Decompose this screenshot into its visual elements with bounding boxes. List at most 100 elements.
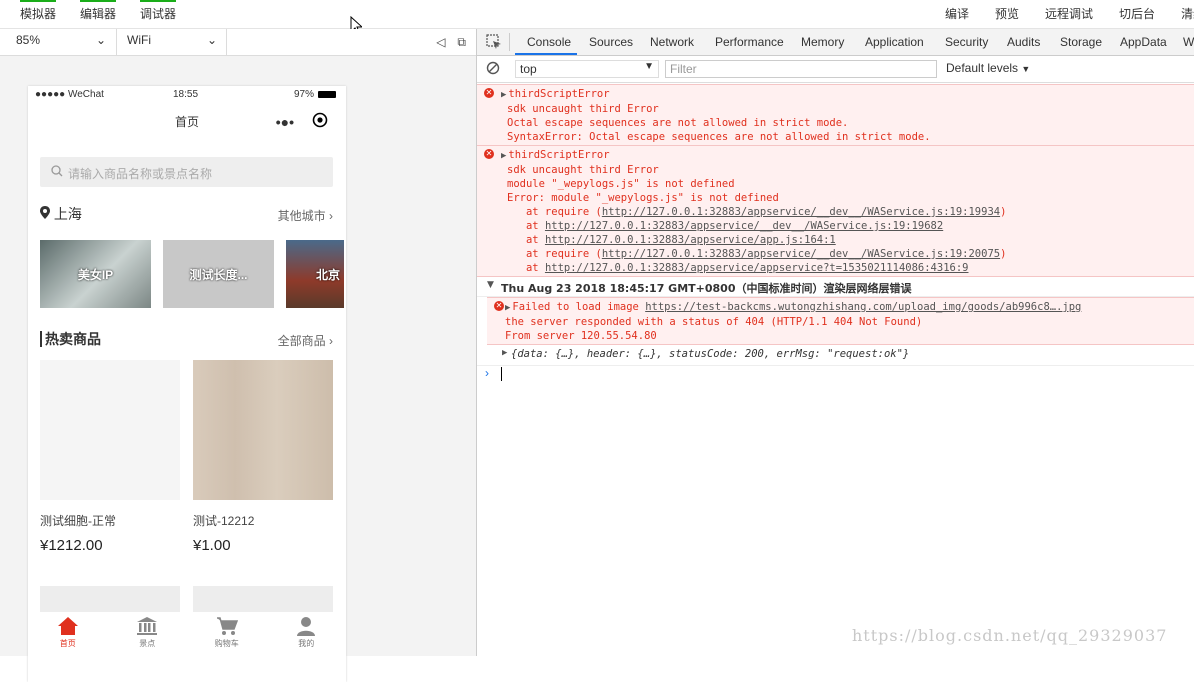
capsule-menu: •●• [276,112,328,131]
tab-label: 景点 [139,639,156,648]
all-goods-link[interactable]: 全部商品 › [278,332,333,349]
nav-bar: 首页 •●• [28,104,346,138]
inspect-icon[interactable] [486,34,502,53]
tab-memory[interactable]: Memory [801,35,844,49]
console-input[interactable] [501,367,502,381]
goods-image [193,360,333,500]
editor-menu[interactable]: 编辑器 [80,0,117,22]
clear-console-icon[interactable] [486,61,500,78]
goods-price: ¥1212.00 [40,537,103,554]
banner-item[interactable]: 北京 [286,240,344,308]
console-error: ✕ ▶ Failed to load image https://test-bac… [487,297,1194,345]
close-target-icon[interactable] [312,112,328,131]
city-label[interactable]: 上海 [54,206,82,222]
compile-button[interactable]: 编译 [945,5,969,22]
all-goods-label: 全部商品 [277,334,326,348]
tab-console[interactable]: Console [527,35,571,49]
tab-bar: 首页 景点 购物车 我的 [28,612,346,656]
levels-select[interactable]: Default levels ▼ [946,61,1030,75]
phone-screen: ●●●●● WeChat 18:55 97% 首页 •●• 请输入商品名称或景点… [28,86,346,682]
error-title[interactable]: thirdScriptError [508,88,609,100]
simulator-toolbar: 85% ⌄ WiFi ⌄ ◁ ⧉ [0,29,476,56]
divider [116,29,117,55]
banner-label: 美女IP [77,267,114,282]
expand-triangle-icon[interactable]: ▶ [502,348,507,358]
console-object-log[interactable]: ▶ {data: {…}, header: {…}, statusCode: 2… [477,345,1194,366]
stack-link[interactable]: http://127.0.0.1:32883/appservice/__dev_… [602,248,1000,260]
simulator-menu[interactable]: 模拟器 [20,0,57,22]
clear-cache-button[interactable]: 清缓存 [1181,5,1194,22]
stack-link[interactable]: http://127.0.0.1:32883/appservice/app.js… [545,234,836,246]
error-line: sdk uncaught third Error [507,164,659,176]
error-line: Octal escape sequences are not allowed i… [507,117,849,129]
object-summary: {data: {…}, header: {…}, statusCode: 200… [511,348,910,360]
group-title: Thu Aug 23 2018 18:45:17 GMT+0800（中国标准时间… [501,282,912,295]
hot-goods-title: 热卖商品 [40,331,101,347]
search-input[interactable]: 请输入商品名称或景点名称 [40,157,333,187]
stack-line: at require (http://127.0.0.1:32883/appse… [501,247,1006,261]
tab-mine[interactable]: 我的 [267,612,347,656]
network-select[interactable]: WiFi ⌄ [127,33,217,51]
banner-label: 北京 [316,267,341,282]
home-icon [28,616,108,638]
tab-overflow[interactable]: W [1183,35,1194,49]
console-toolbar: top ▼ Filter Default levels ▼ [477,56,1194,83]
console-group-header[interactable]: ▼ Thu Aug 23 2018 18:45:17 GMT+0800（中国标准… [477,278,1194,297]
stack-prefix: at [507,262,545,274]
goods-card[interactable]: 测试-12212 ¥1.00 [193,360,333,554]
debugger-menu[interactable]: 调试器 [140,0,177,22]
goods-price: ¥1.00 [193,537,231,554]
dropdown-arrow-icon: ▼ [644,61,654,72]
stack-link[interactable]: http://127.0.0.1:32883/appservice/appser… [545,262,969,274]
goods-card[interactable]: 测试细胞-正常 ¥1212.00 [40,360,180,554]
right-menu: 编译 预览 远程调试 切后台 清缓存 [945,5,1194,22]
tab-appdata[interactable]: AppData [1120,35,1167,49]
banner-item[interactable]: 美女IP [40,240,151,308]
mute-icon[interactable]: ◁ [436,35,445,50]
expand-triangle-icon[interactable]: ▶ [501,88,506,102]
tab-network[interactable]: Network [650,35,694,49]
background-button[interactable]: 切后台 [1119,5,1155,22]
search-placeholder: 请输入商品名称或景点名称 [68,167,213,181]
chevron-down-icon: ⌄ [206,33,217,47]
remote-debug-button[interactable]: 远程调试 [1045,5,1093,22]
carrier-label: ●●●●● WeChat [35,89,104,100]
tab-label: 首页 [59,639,76,648]
tab-application[interactable]: Application [865,35,924,49]
cart-icon [187,616,267,638]
error-icon: ✕ [494,301,504,311]
image-url-link[interactable]: https://test-backcms.wutongzhishang.com/… [645,301,1081,313]
hot-goods-header: 热卖商品 全部商品 › [40,329,333,349]
preview-button[interactable]: 预览 [995,5,1019,22]
expand-triangle-icon[interactable]: ▶ [501,149,506,163]
tab-performance[interactable]: Performance [715,35,784,49]
watermark: https://blog.csdn.net/qq_29329037 [852,626,1168,645]
landmark-icon [108,616,188,638]
window-icon[interactable]: ⧉ [457,35,466,50]
tab-audits[interactable]: Audits [1007,35,1040,49]
stack-link[interactable]: http://127.0.0.1:32883/appservice/__dev_… [545,220,943,232]
console-error: ✕ ▶ thirdScriptError sdk uncaught third E… [477,145,1194,277]
more-icon[interactable]: •●• [276,114,294,130]
tab-security[interactable]: Security [945,35,988,49]
error-line: From server 120.55.54.80 [505,330,657,342]
context-select[interactable]: top ▼ [515,60,659,78]
filter-input[interactable]: Filter [665,60,937,78]
expand-triangle-icon[interactable]: ▶ [505,301,510,315]
tab-sources[interactable]: Sources [589,35,633,49]
banner-item[interactable]: 测试长度... [163,240,274,308]
tab-home[interactable]: 首页 [28,612,108,656]
error-title[interactable]: thirdScriptError [508,149,609,161]
zoom-select[interactable]: 85% ⌄ [16,33,106,51]
zoom-value: 85% [16,33,41,47]
tab-cart[interactable]: 购物车 [187,612,267,656]
collapse-triangle-icon[interactable]: ▼ [487,280,494,290]
tab-landmark[interactable]: 景点 [108,612,188,656]
chevron-right-icon: › [329,209,333,223]
tab-storage[interactable]: Storage [1060,35,1102,49]
prompt-chevron-icon: › [485,366,489,380]
other-cities-link[interactable]: 其他城市 › [278,207,333,224]
stack-link[interactable]: http://127.0.0.1:32883/appservice/__dev_… [602,206,1000,218]
banner-label: 测试长度... [189,267,248,282]
stack-line: at require (http://127.0.0.1:32883/appse… [501,205,1006,219]
